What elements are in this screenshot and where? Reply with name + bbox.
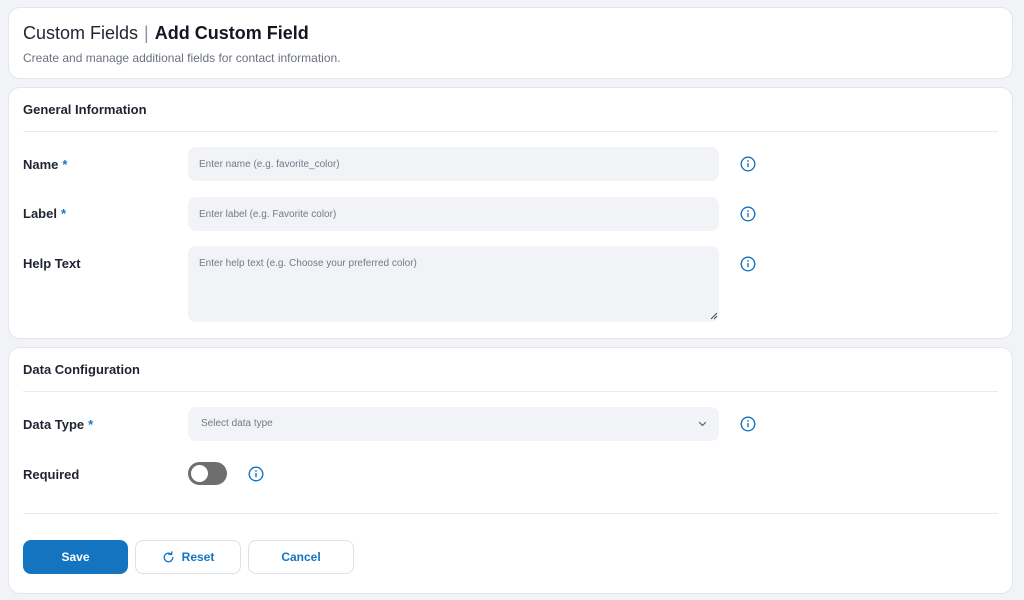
page-subtitle: Create and manage additional fields for … [23, 51, 341, 65]
required-field-label: Required [23, 467, 79, 482]
data-configuration-section: Data Configuration Data Type * Select dat… [8, 347, 1013, 594]
reset-button-label: Reset [181, 550, 215, 564]
breadcrumb-current: Add Custom Field [154, 23, 309, 43]
section-title: General Information [23, 102, 147, 117]
chevron-down-icon [698, 421, 707, 427]
required-mark: * [62, 157, 68, 172]
breadcrumb-parent[interactable]: Custom Fields [23, 23, 138, 43]
data-type-select[interactable]: Select data type [188, 407, 719, 441]
actions-divider [23, 513, 998, 514]
required-label-text: Required [23, 467, 80, 482]
required-mark: * [60, 206, 67, 221]
required-mark: * [88, 417, 94, 432]
page-header-card: Custom Fields | Add Custom Field Create an… [8, 7, 1013, 79]
resize-handle-icon[interactable] [710, 312, 718, 320]
save-button[interactable]: Save [23, 540, 128, 574]
help-text-field-label: Help Text [23, 256, 81, 271]
toggle-knob [191, 465, 208, 482]
cancel-button-label: Cancel [281, 550, 321, 564]
info-icon[interactable] [740, 156, 756, 172]
breadcrumb-separator: | [144, 23, 149, 43]
reset-button[interactable]: Reset [135, 540, 241, 574]
name-label-text: Name [23, 157, 59, 172]
info-icon[interactable] [740, 256, 756, 272]
label-label-text: Label [23, 206, 57, 221]
info-icon[interactable] [248, 466, 264, 482]
refresh-icon [163, 550, 174, 562]
help-text-label-text: Help Text [23, 256, 81, 271]
info-icon[interactable] [740, 416, 756, 432]
data-type-field-label: Data Type * [23, 417, 93, 432]
info-icon[interactable] [740, 206, 756, 222]
required-toggle[interactable] [188, 462, 227, 485]
section-divider [23, 391, 998, 392]
data-type-label-text: Data Type [23, 417, 85, 432]
name-field-label: Name * [23, 157, 67, 172]
general-information-section: General Information Name* Label* Help Te… [8, 87, 1013, 339]
label-input[interactable] [188, 197, 719, 231]
name-input[interactable] [188, 147, 719, 181]
section-divider [23, 131, 998, 132]
section-title: Data Configuration [23, 362, 140, 377]
help-text-textarea[interactable] [188, 246, 719, 322]
cancel-button[interactable]: Cancel [248, 540, 354, 574]
label-field-label: Label * [23, 206, 66, 221]
data-type-select-value: Select data type [201, 418, 273, 429]
save-button-label: Save [61, 550, 90, 564]
page-title: Custom Fields | Add Custom Field [23, 22, 309, 44]
